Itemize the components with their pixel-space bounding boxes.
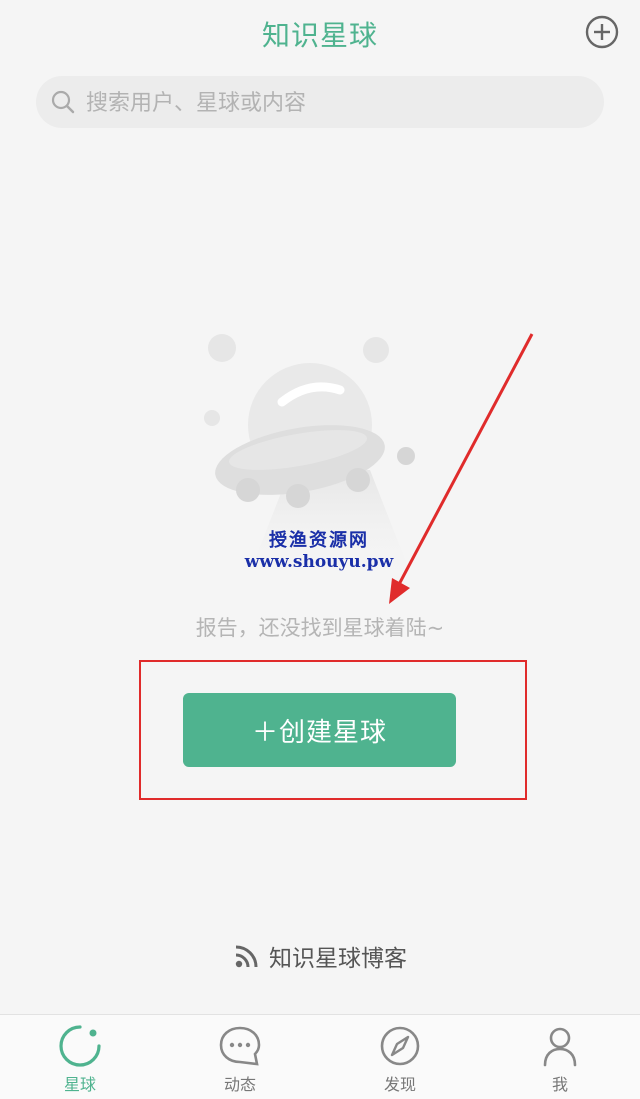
create-planet-button[interactable]: ＋创建星球 — [183, 693, 456, 767]
tab-label: 星球 — [63, 1075, 96, 1094]
tab-label: 动态 — [223, 1075, 256, 1094]
tab-planet[interactable]: 星球 — [20, 1023, 140, 1099]
page-title: 知识星球 — [261, 19, 378, 52]
chat-bubble-icon — [219, 1026, 261, 1066]
blog-link-label: 知识星球博客 — [269, 946, 407, 972]
tab-feed[interactable]: 动态 — [180, 1023, 300, 1099]
app-header: 知识星球 — [0, 0, 640, 66]
tab-me[interactable]: 我 — [500, 1023, 620, 1099]
compass-icon — [380, 1026, 420, 1066]
watermark: 授渔资源网 www.shouyu.pw — [244, 526, 394, 572]
planet-icon — [59, 1025, 101, 1067]
rss-icon — [235, 945, 258, 968]
blog-link[interactable]: 知识星球博客 — [0, 936, 640, 976]
watermark-site-name: 授渔资源网 — [269, 530, 369, 551]
tab-label: 发现 — [383, 1075, 416, 1094]
bottom-tab-bar: 星球 动态 发现 我 — [0, 1014, 640, 1099]
watermark-url: www.shouyu.pw — [244, 552, 394, 572]
user-icon — [543, 1027, 577, 1067]
tab-discover[interactable]: 发现 — [340, 1023, 460, 1099]
add-planet-button[interactable] — [584, 14, 620, 50]
search-input[interactable] — [84, 76, 588, 130]
tab-label: 我 — [551, 1075, 568, 1094]
search-bar[interactable] — [36, 76, 604, 130]
plus-circle-icon — [585, 15, 619, 49]
search-icon — [51, 90, 75, 114]
empty-state-message: 报告，还没找到星球着陆~ — [195, 616, 445, 640]
